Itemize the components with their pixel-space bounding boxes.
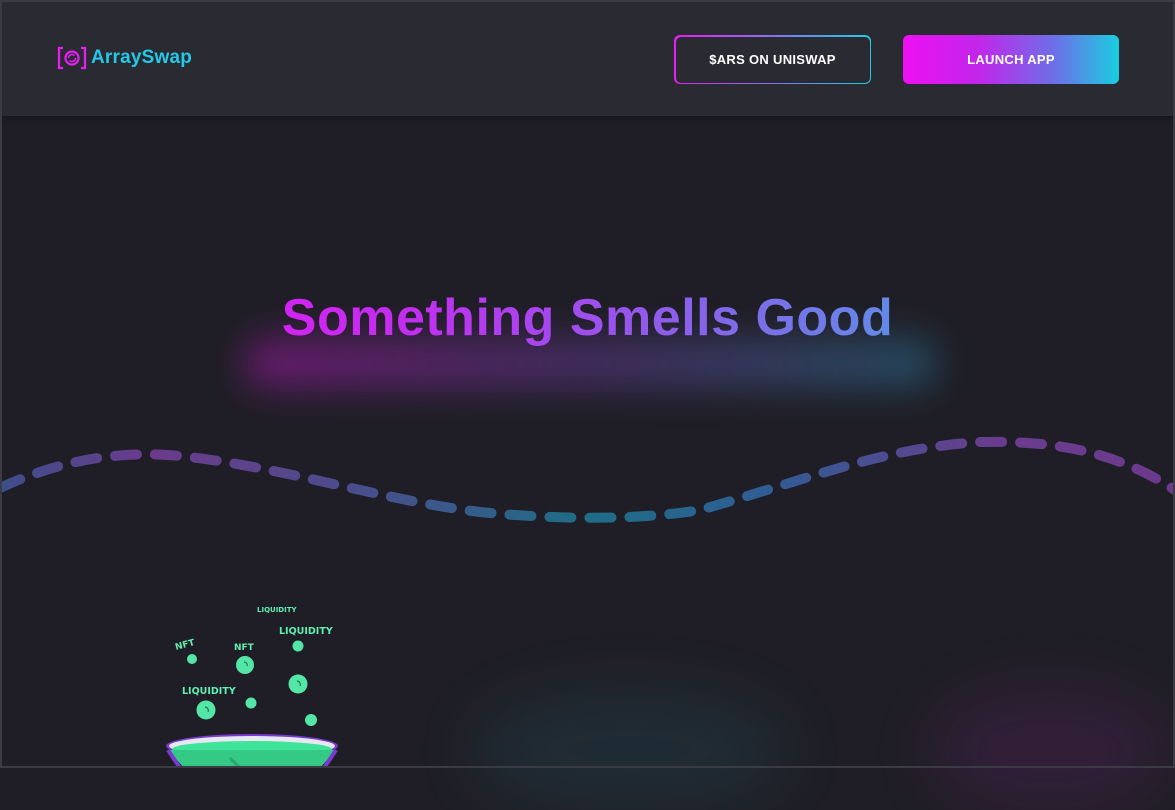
- bubble-label: NFT: [174, 638, 197, 653]
- ambient-glow: [470, 690, 790, 810]
- bubbles: [187, 640, 317, 726]
- potion-illustration: LIQUIDITY NFT NFT LIQUIDITY LIQUIDITY: [166, 606, 338, 768]
- bubble-label: LIQUIDITY: [182, 686, 236, 697]
- dashed-wave-decoration: [0, 436, 1175, 523]
- array-swap-logo-icon: [57, 46, 87, 70]
- bubble-label: LIQUIDITY: [257, 606, 297, 614]
- hero-title: Something Smells Good: [0, 288, 1175, 348]
- site-header: ArraySwap $ARS ON UNISWAP LAUNCH APP: [0, 0, 1175, 116]
- uniswap-button-label: $ARS ON UNISWAP: [675, 36, 870, 83]
- potion-flask: [166, 734, 338, 768]
- bubble-label: LIQUIDITY: [279, 626, 333, 637]
- launch-app-button[interactable]: LAUNCH APP: [903, 35, 1119, 84]
- logo[interactable]: ArraySwap: [57, 46, 192, 70]
- ambient-glow: [930, 690, 1170, 810]
- logo-text: ArraySwap: [91, 47, 193, 68]
- bubble-label: NFT: [234, 643, 255, 653]
- uniswap-button[interactable]: $ARS ON UNISWAP: [674, 35, 871, 84]
